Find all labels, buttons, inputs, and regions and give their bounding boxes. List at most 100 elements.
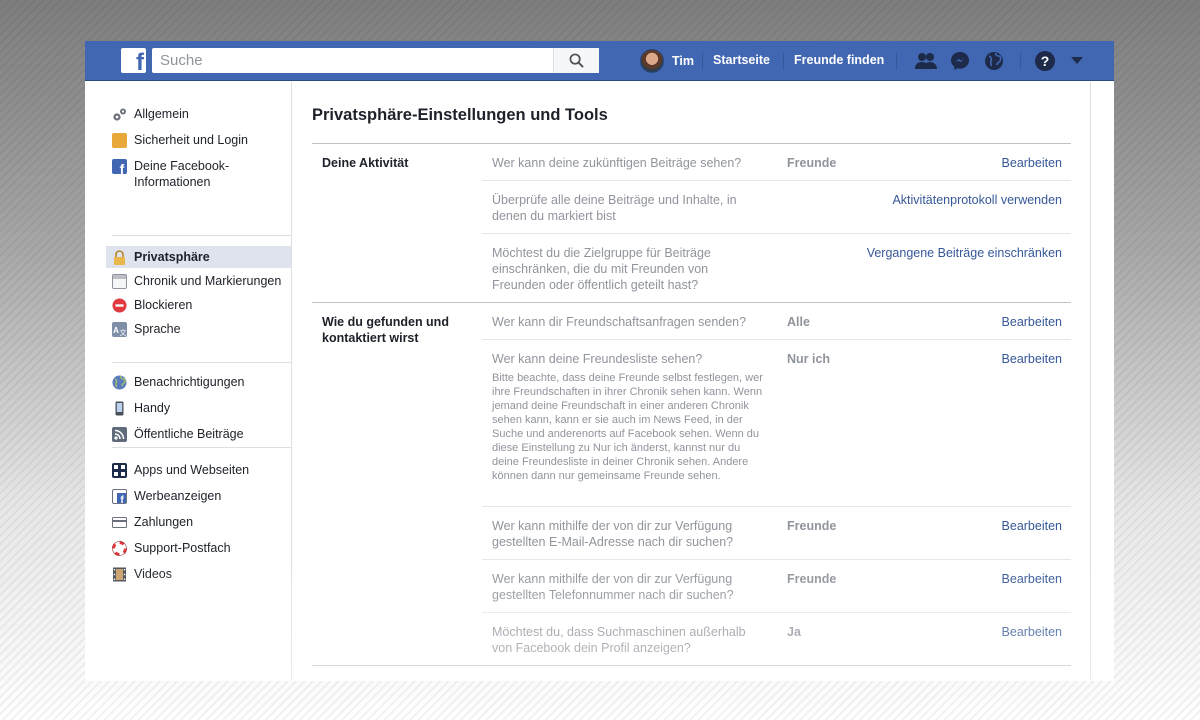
page-title: Privatsphäre-Einstellungen und Tools xyxy=(312,106,608,124)
sidebar-divider xyxy=(112,447,291,448)
row-divider xyxy=(482,233,1071,234)
sidebar-item-privacy[interactable]: Privatsphäre xyxy=(106,246,291,268)
sidebar-item-security[interactable]: Sicherheit und Login xyxy=(106,129,291,151)
notifications-globe-icon[interactable] xyxy=(982,49,1006,73)
sidebar-item-label: Privatsphäre xyxy=(134,250,210,264)
sidebar-item-label: Sicherheit und Login xyxy=(134,133,248,147)
language-icon: A文 xyxy=(112,322,127,337)
sidebar-group-privacy: Privatsphäre Chronik und Markierungen Bl… xyxy=(106,246,291,340)
setting-question: Möchtest du, dass Suchmaschinen außerhal… xyxy=(492,625,746,655)
edit-friend-list-link[interactable]: Bearbeiten xyxy=(1002,351,1062,367)
setting-value: Freunde xyxy=(787,572,837,586)
messenger-icon[interactable] xyxy=(948,49,972,73)
sidebar-divider xyxy=(112,235,291,236)
sidebar-group-notifications: Benachrichtigungen Handy Öffentliche Bei… xyxy=(112,371,291,445)
edit-friend-requests-link[interactable]: Bearbeiten xyxy=(1002,314,1062,330)
sidebar-item-label: Support-Postfach xyxy=(134,541,231,555)
section-title-activity: Deine Aktivität xyxy=(322,156,409,170)
sidebar-item-label: Handy xyxy=(134,401,171,415)
profile-link[interactable]: Tim xyxy=(640,48,694,74)
settings-sidebar: Allgemein Sicherheit und Login f Deine F… xyxy=(85,82,292,681)
divider xyxy=(702,52,703,70)
sidebar-item-notifications[interactable]: Benachrichtigungen xyxy=(106,371,291,393)
lifebuoy-icon xyxy=(112,541,127,556)
row-divider xyxy=(482,559,1071,560)
sidebar-divider xyxy=(112,362,291,363)
setting-question: Wer kann mithilfe der von dir zur Verfüg… xyxy=(492,519,734,549)
sidebar-item-apps[interactable]: Apps und Webseiten xyxy=(106,459,291,481)
sidebar-item-ads[interactable]: f Werbeanzeigen xyxy=(106,485,291,507)
lock-icon xyxy=(112,250,127,265)
sidebar-item-label: Videos xyxy=(134,567,172,581)
phone-icon xyxy=(112,401,127,416)
nav-home-link[interactable]: Startseite xyxy=(713,53,770,67)
section-divider xyxy=(312,665,1071,666)
setting-value: Ja xyxy=(787,625,801,639)
svg-text:文: 文 xyxy=(120,328,127,337)
row-divider xyxy=(482,506,1071,507)
friend-requests-icon[interactable] xyxy=(914,49,938,73)
sidebar-item-label: Apps und Webseiten xyxy=(134,463,250,477)
sidebar-item-videos[interactable]: Videos xyxy=(106,563,291,585)
edit-phone-lookup-link[interactable]: Bearbeiten xyxy=(1002,571,1062,587)
ads-icon: f xyxy=(112,489,127,506)
svg-text:A: A xyxy=(113,326,119,335)
avatar xyxy=(640,49,664,73)
content-border xyxy=(1090,82,1091,681)
row-divider xyxy=(482,339,1071,340)
sidebar-item-label: Sprache xyxy=(134,322,181,336)
sidebar-item-language[interactable]: A文 Sprache xyxy=(106,318,291,340)
setting-note: Bitte beachte, dass deine Freunde selbst… xyxy=(492,372,763,482)
setting-value: Alle xyxy=(787,315,810,329)
sidebar-item-payments[interactable]: Zahlungen xyxy=(106,511,291,533)
sidebar-item-block[interactable]: Blockieren xyxy=(106,294,291,316)
setting-value: Freunde xyxy=(787,519,837,533)
limit-past-posts-link[interactable]: Vergangene Beiträge einschränken xyxy=(867,245,1062,261)
card-icon xyxy=(112,515,127,530)
sidebar-item-label: Benachrichtigungen xyxy=(134,375,245,389)
logo-letter: f xyxy=(136,49,144,73)
section-divider xyxy=(312,143,1071,144)
row-divider xyxy=(482,180,1071,181)
divider xyxy=(1020,52,1021,70)
edit-email-lookup-link[interactable]: Bearbeiten xyxy=(1002,518,1062,534)
sidebar-item-label: Allgemein xyxy=(134,107,189,121)
divider xyxy=(896,52,897,70)
setting-question: Möchtest du die Zielgruppe für Beiträge … xyxy=(492,246,711,292)
sidebar-item-public-posts[interactable]: Öffentliche Beiträge xyxy=(106,423,291,445)
sidebar-item-mobile[interactable]: Handy xyxy=(106,397,291,419)
sidebar-item-label: Zahlungen xyxy=(134,515,194,529)
search-input[interactable] xyxy=(152,48,599,73)
setting-question: Wer kann deine zukünftigen Beiträge sehe… xyxy=(492,156,742,170)
sidebar-item-timeline[interactable]: Chronik und Markierungen xyxy=(106,270,291,292)
section-divider xyxy=(312,302,1071,303)
setting-question: Wer kann mithilfe der von dir zur Verfüg… xyxy=(492,572,734,602)
sidebar-item-label: Deine Facebook-Informationen xyxy=(134,159,230,189)
block-icon xyxy=(112,298,127,313)
sidebar-item-facebook-info[interactable]: f Deine Facebook-Informationen xyxy=(106,155,291,193)
sidebar-group-apps: Apps und Webseiten f Werbeanzeigen Zahlu… xyxy=(112,459,291,585)
timeline-icon xyxy=(112,274,127,289)
edit-search-engines-link[interactable]: Bearbeiten xyxy=(1002,624,1062,640)
svg-text:f: f xyxy=(120,161,125,174)
browser-window: f Tim Startseite Freunde finden ? xyxy=(85,41,1114,681)
film-icon xyxy=(112,567,127,582)
divider xyxy=(783,52,784,70)
activity-log-link[interactable]: Aktivitätenprotokoll verwenden xyxy=(892,192,1062,208)
nav-find-friends-link[interactable]: Freunde finden xyxy=(794,53,884,67)
setting-question: Wer kann deine Freundesliste sehen? xyxy=(492,352,703,366)
sidebar-group-account: Allgemein Sicherheit und Login f Deine F… xyxy=(112,103,291,193)
setting-question: Überprüfe alle deine Beiträge und Inhalt… xyxy=(492,193,737,223)
sidebar-item-support-inbox[interactable]: Support-Postfach xyxy=(106,537,291,559)
section-title-find-contact: Wie du gefunden und kontaktiert wirst xyxy=(322,315,449,345)
sidebar-item-general[interactable]: Allgemein xyxy=(106,103,291,125)
chevron-down-icon[interactable] xyxy=(1065,49,1089,73)
row-divider xyxy=(482,612,1071,613)
sidebar-item-label: Öffentliche Beiträge xyxy=(134,427,244,441)
search-button[interactable] xyxy=(553,48,599,73)
facebook-logo-icon[interactable]: f xyxy=(121,48,146,73)
setting-value: Nur ich xyxy=(787,352,831,366)
setting-value: Freunde xyxy=(787,156,837,170)
edit-future-posts-link[interactable]: Bearbeiten xyxy=(1002,155,1062,171)
help-icon[interactable]: ? xyxy=(1033,49,1057,73)
